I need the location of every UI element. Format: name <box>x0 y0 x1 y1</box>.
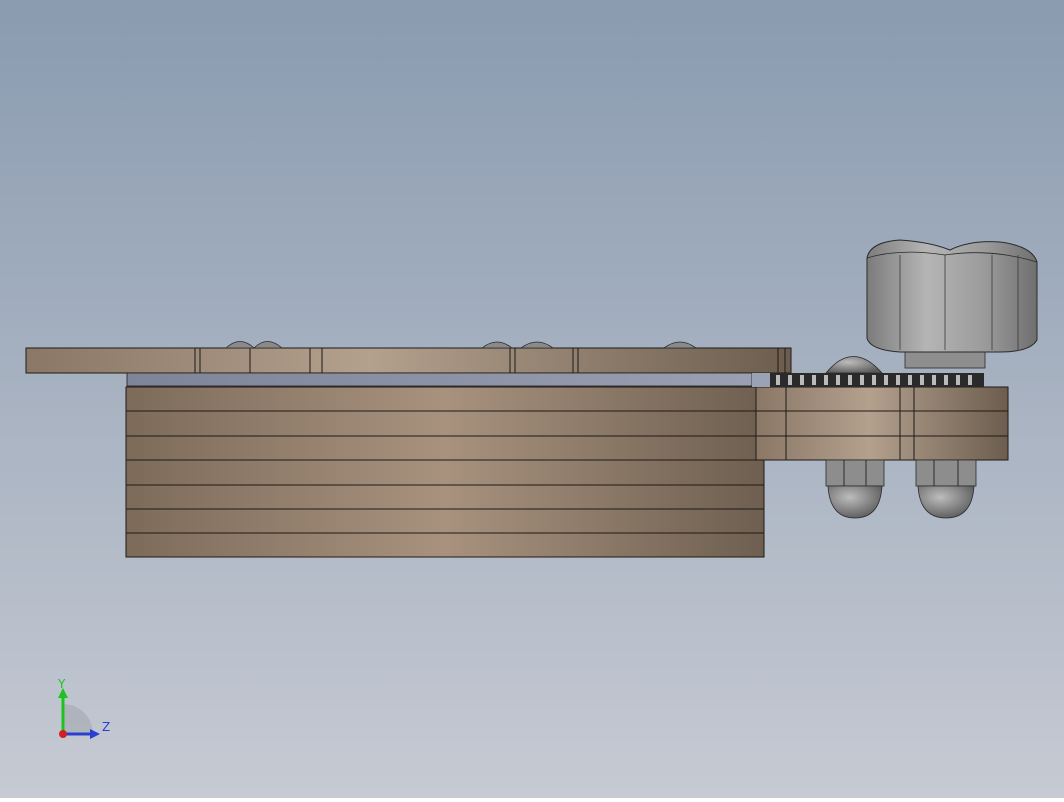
main-block[interactable] <box>125 386 765 558</box>
acorn-nut-right <box>915 459 977 519</box>
top-plate[interactable] <box>25 347 792 374</box>
clamp-knob[interactable] <box>866 239 1038 369</box>
spacer-band <box>126 372 753 387</box>
knurled-strip <box>752 373 984 387</box>
cad-model-canvas[interactable] <box>0 0 1064 798</box>
acorn-nut-left <box>825 459 885 519</box>
3d-viewport[interactable]: Y Z <box>0 0 1064 798</box>
side-clamp[interactable] <box>755 386 1009 461</box>
axis-z-label: Z <box>102 720 111 734</box>
axis-y-label: Y <box>58 677 66 691</box>
axis-triad[interactable]: Y Z <box>50 676 120 746</box>
